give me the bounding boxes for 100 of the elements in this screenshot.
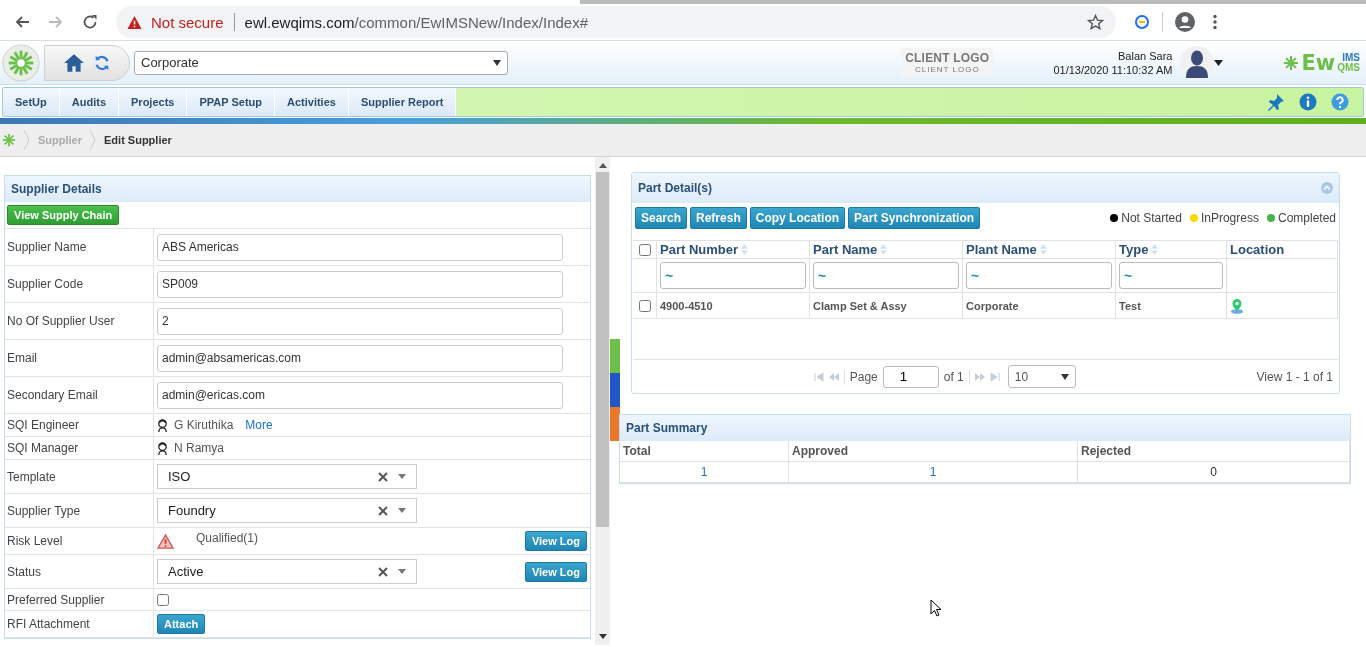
column-header[interactable]: Part Number xyxy=(657,241,810,258)
text-field[interactable]: admin@absamericas.com xyxy=(157,344,563,372)
extension-icon[interactable] xyxy=(1134,14,1150,30)
menu-tab[interactable]: Activities xyxy=(275,88,349,116)
count-link[interactable]: 1 xyxy=(700,465,708,479)
help-icon[interactable] xyxy=(1331,93,1349,111)
panel-title: Part Detail(s) xyxy=(638,181,713,195)
table-cell: 4900-4510 xyxy=(660,299,713,312)
address-bar[interactable]: Not secure ewl.ewqims.com/common/EwIMSNew/Index/Index# xyxy=(116,6,1116,38)
person-icon xyxy=(157,418,168,432)
sunburst-icon[interactable] xyxy=(2,133,16,147)
url-text: ewl.ewqims.com/common/EwIMSNew/Index/Index# xyxy=(244,13,588,31)
legend-label: Completed xyxy=(1277,211,1336,225)
menu-icon[interactable] xyxy=(1213,14,1217,30)
page-number-field[interactable]: 1 xyxy=(882,365,939,388)
profile-icon[interactable] xyxy=(1175,12,1195,32)
mouse-cursor-icon xyxy=(930,599,942,617)
scroll-thumb[interactable] xyxy=(596,172,609,527)
caret-icon xyxy=(493,59,501,66)
filter-field[interactable]: ~ xyxy=(660,262,806,289)
select-all-checkbox[interactable] xyxy=(638,243,651,256)
text-field[interactable]: 2 xyxy=(157,307,563,335)
field-label: Supplier Name xyxy=(5,229,154,265)
menu-tab[interactable]: PPAP Setup xyxy=(187,88,275,116)
scroll-down-icon[interactable] xyxy=(598,634,607,639)
preferred-checkbox[interactable] xyxy=(157,593,169,606)
count-link[interactable]: 1 xyxy=(929,465,937,479)
field-label: Preferred Supplier xyxy=(5,589,154,610)
person-name: N Ramya xyxy=(174,441,224,455)
menu-tab[interactable]: Supplier Report xyxy=(348,88,457,116)
refresh-icon[interactable] xyxy=(93,53,111,72)
select-dropdown[interactable]: Active xyxy=(157,559,417,584)
table-cell: Corporate xyxy=(966,299,1019,312)
warning-icon xyxy=(126,14,143,30)
text-field[interactable]: SP009 xyxy=(157,270,563,298)
select-dropdown[interactable]: ISO xyxy=(157,464,417,489)
field-label: Template xyxy=(5,460,154,493)
person-icon xyxy=(157,441,168,455)
sunburst-icon xyxy=(1283,54,1300,71)
select-dropdown[interactable]: Foundry xyxy=(157,498,417,523)
panel-title: Part Summary xyxy=(620,415,1350,441)
pin-icon[interactable] xyxy=(1267,93,1285,111)
filter-field[interactable]: ~ xyxy=(1119,262,1223,289)
field-label: Status xyxy=(5,555,154,588)
user-name: Balan Sara xyxy=(1117,48,1173,63)
menu-tab[interactable]: Projects xyxy=(119,88,188,116)
more-link[interactable]: More xyxy=(245,418,273,432)
column-header: Approved xyxy=(789,441,1078,461)
person-name: G Kiruthika xyxy=(174,418,234,432)
field-label: Secondary Email xyxy=(5,377,154,413)
menu-tab[interactable]: SetUp xyxy=(3,88,60,116)
info-icon[interactable] xyxy=(1299,93,1317,111)
location-pin-icon[interactable] xyxy=(1230,297,1244,314)
page-label: Page xyxy=(849,369,878,384)
scroll-up-icon[interactable] xyxy=(598,163,607,168)
table-cell: 0 xyxy=(1210,465,1217,479)
legend-label: Not Started xyxy=(1121,211,1182,225)
column-header[interactable]: Location xyxy=(1227,241,1338,258)
column-header: Total xyxy=(620,441,789,461)
scrollbar[interactable] xyxy=(595,157,610,645)
column-header: Rejected xyxy=(1078,441,1350,461)
back-arrow-icon[interactable] xyxy=(14,14,30,30)
side-tab[interactable] xyxy=(610,407,620,441)
star-icon[interactable] xyxy=(1087,13,1104,31)
menu-tab[interactable]: Audits xyxy=(59,88,119,116)
column-header[interactable]: Part Name xyxy=(810,241,963,258)
page-size-dropdown[interactable]: 10 xyxy=(1007,365,1076,388)
chevron-icon xyxy=(24,130,30,150)
field-label: Email xyxy=(5,340,154,376)
text-field[interactable]: ABS Americas xyxy=(157,233,563,261)
clear-icon[interactable] xyxy=(378,505,388,516)
field-label: SQI Engineer xyxy=(5,414,154,436)
security-status: Not secure xyxy=(151,13,224,31)
caret-icon xyxy=(398,474,406,479)
legend-label: InProgress xyxy=(1200,211,1259,225)
field-label: RFI Attachment xyxy=(5,611,154,637)
row-checkbox[interactable] xyxy=(638,299,651,312)
avatar-icon[interactable] xyxy=(1180,45,1215,80)
clear-icon[interactable] xyxy=(378,471,388,482)
forward-arrow-icon[interactable] xyxy=(48,14,64,30)
filter-field[interactable]: ~ xyxy=(966,262,1112,289)
field-label: No Of Supplier User xyxy=(5,303,154,339)
caret-icon[interactable] xyxy=(1214,59,1224,66)
clear-icon[interactable] xyxy=(378,566,388,577)
reload-icon[interactable] xyxy=(82,14,98,30)
chevron-icon xyxy=(90,130,96,150)
client-logo: CLIENT LOGO CLIENT LOGO xyxy=(901,48,994,77)
column-header[interactable]: Plant Name xyxy=(963,241,1116,258)
caret-icon xyxy=(398,569,406,574)
filter-field[interactable]: ~ xyxy=(813,262,959,289)
page-count: of 1 xyxy=(943,369,964,384)
field-label: Supplier Type xyxy=(5,494,154,527)
record-count: View 1 - 1 of 1 xyxy=(1256,369,1333,384)
plant-dropdown[interactable]: Corporate xyxy=(134,50,508,75)
warning-icon xyxy=(157,533,174,549)
column-header[interactable]: Type xyxy=(1116,241,1227,258)
sunburst-logo-icon[interactable] xyxy=(2,43,40,82)
field-label: Supplier Code xyxy=(5,266,154,302)
text-field[interactable]: admin@ericas.com xyxy=(157,381,563,409)
table-cell: Test xyxy=(1119,299,1141,312)
